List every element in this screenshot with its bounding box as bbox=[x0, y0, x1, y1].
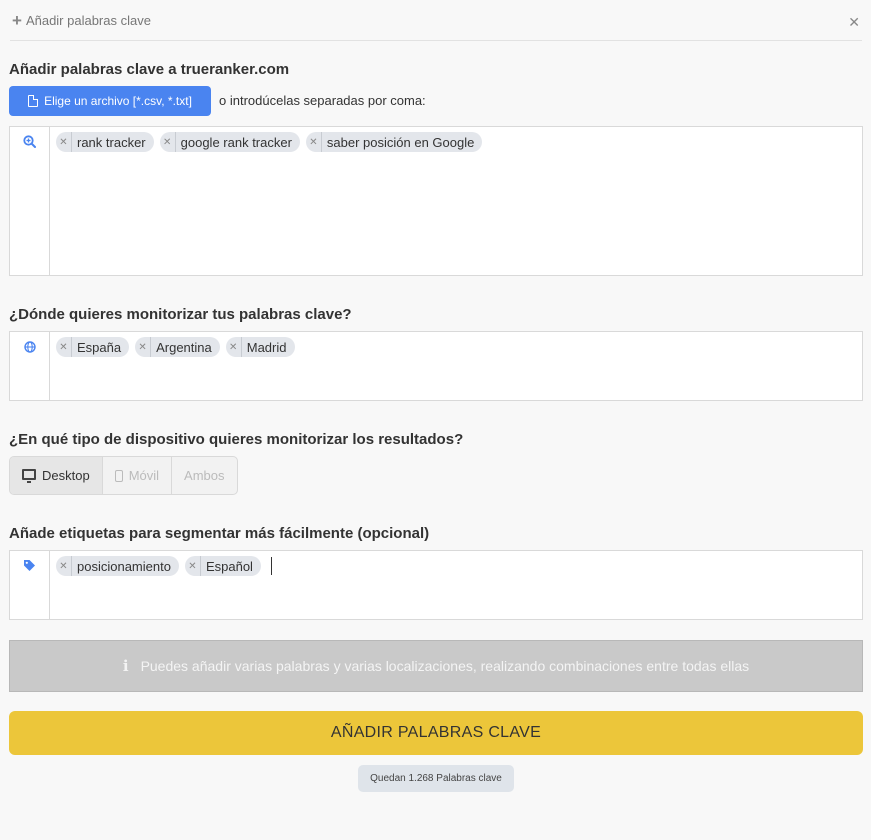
location-tag: ✕ Madrid bbox=[225, 337, 295, 357]
segment-tag: ✕ posicionamiento bbox=[56, 556, 179, 576]
info-icon: i bbox=[122, 657, 129, 675]
globe-icon bbox=[23, 340, 36, 400]
segment-tags: ✕ posicionamiento ✕ Español bbox=[50, 551, 862, 619]
location-tag-label: Madrid bbox=[246, 339, 287, 355]
device-selector: Desktop Móvil Ambos bbox=[9, 456, 238, 495]
close-icon[interactable]: ✕ bbox=[848, 14, 860, 31]
info-message: i Puedes añadir varias palabras y varias… bbox=[9, 640, 863, 692]
keyword-tag: ✕ saber posición en Google bbox=[305, 132, 483, 152]
location-tags: ✕ España ✕ Argentina ✕ Madrid bbox=[50, 332, 862, 400]
remove-tag-icon[interactable]: ✕ bbox=[185, 556, 201, 576]
remove-tag-icon[interactable]: ✕ bbox=[160, 132, 176, 152]
keywords-input[interactable]: ✕ rank tracker ✕ google rank tracker ✕ sabe… bbox=[9, 126, 863, 276]
locations-icon-column bbox=[10, 332, 50, 400]
locations-section-title: ¿Dónde quieres monitorizar tus palabras … bbox=[9, 306, 352, 323]
device-section-title: ¿En qué tipo de dispositivo quieres moni… bbox=[9, 431, 464, 448]
tag-icon bbox=[23, 559, 36, 619]
keywords-section-title: Añadir palabras clave a trueranker.com bbox=[9, 61, 290, 78]
plus-icon: + bbox=[12, 10, 22, 30]
tags-input[interactable]: ✕ posicionamiento ✕ Español bbox=[9, 550, 863, 620]
tags-icon-column bbox=[10, 551, 50, 619]
segment-tag-label: posicionamiento bbox=[77, 558, 171, 574]
locations-input[interactable]: ✕ España ✕ Argentina ✕ Madrid bbox=[9, 331, 863, 401]
keyword-tag-label: saber posición en Google bbox=[326, 134, 475, 150]
info-text: Puedes añadir varias palabras y varias l… bbox=[140, 658, 750, 674]
add-keywords-button[interactable]: AÑADIR PALABRAS CLAVE bbox=[9, 711, 863, 755]
location-tag: ✕ España bbox=[56, 337, 130, 357]
text-cursor bbox=[270, 557, 272, 575]
or-instructions: o introdúcelas separadas por coma: bbox=[219, 93, 426, 108]
location-tag-label: Argentina bbox=[156, 339, 212, 355]
choose-file-button[interactable]: Elige un archivo [*.csv, *.txt] bbox=[9, 86, 211, 116]
segment-tag-label: Español bbox=[205, 558, 253, 574]
location-tag-label: España bbox=[77, 339, 122, 355]
dialog-header: + Añadir palabras clave ✕ bbox=[10, 0, 862, 41]
device-option-label: Móvil bbox=[128, 468, 160, 483]
dialog-title-text: Añadir palabras clave bbox=[25, 12, 151, 28]
remove-tag-icon[interactable]: ✕ bbox=[56, 556, 72, 576]
device-option-desktop[interactable]: Desktop bbox=[10, 457, 103, 494]
keyword-tag: ✕ google rank tracker bbox=[159, 132, 300, 152]
remove-tag-icon[interactable]: ✕ bbox=[306, 132, 322, 152]
keyword-tag: ✕ rank tracker bbox=[56, 132, 154, 152]
phone-icon bbox=[114, 469, 123, 482]
tags-section-title: Añade etiquetas para segmentar más fácil… bbox=[9, 525, 430, 542]
device-option-label: Desktop bbox=[42, 468, 90, 483]
dialog-title: + Añadir palabras clave bbox=[12, 12, 151, 29]
device-option-mobile[interactable]: Móvil bbox=[103, 457, 173, 494]
remove-tag-icon[interactable]: ✕ bbox=[56, 132, 72, 152]
device-option-both[interactable]: Ambos bbox=[172, 457, 236, 494]
file-icon bbox=[28, 95, 39, 107]
keyword-tags: ✕ rank tracker ✕ google rank tracker ✕ sabe… bbox=[50, 127, 862, 275]
choose-file-label: Elige un archivo [*.csv, *.txt] bbox=[44, 94, 192, 108]
keyword-tag-label: google rank tracker bbox=[180, 134, 292, 150]
monitor-icon bbox=[22, 468, 36, 483]
search-plus-icon bbox=[23, 135, 36, 275]
remove-tag-icon[interactable]: ✕ bbox=[226, 337, 242, 357]
segment-tag: ✕ Español bbox=[184, 556, 261, 576]
remaining-keywords-badge: Quedan 1.268 Palabras clave bbox=[358, 765, 514, 792]
device-option-label: Ambos bbox=[184, 468, 225, 483]
keyword-tag-label: rank tracker bbox=[77, 134, 146, 150]
remove-tag-icon[interactable]: ✕ bbox=[135, 337, 152, 357]
location-tag: ✕ Argentina bbox=[135, 337, 220, 357]
keywords-icon-column bbox=[10, 127, 50, 275]
remove-tag-icon[interactable]: ✕ bbox=[56, 337, 72, 357]
